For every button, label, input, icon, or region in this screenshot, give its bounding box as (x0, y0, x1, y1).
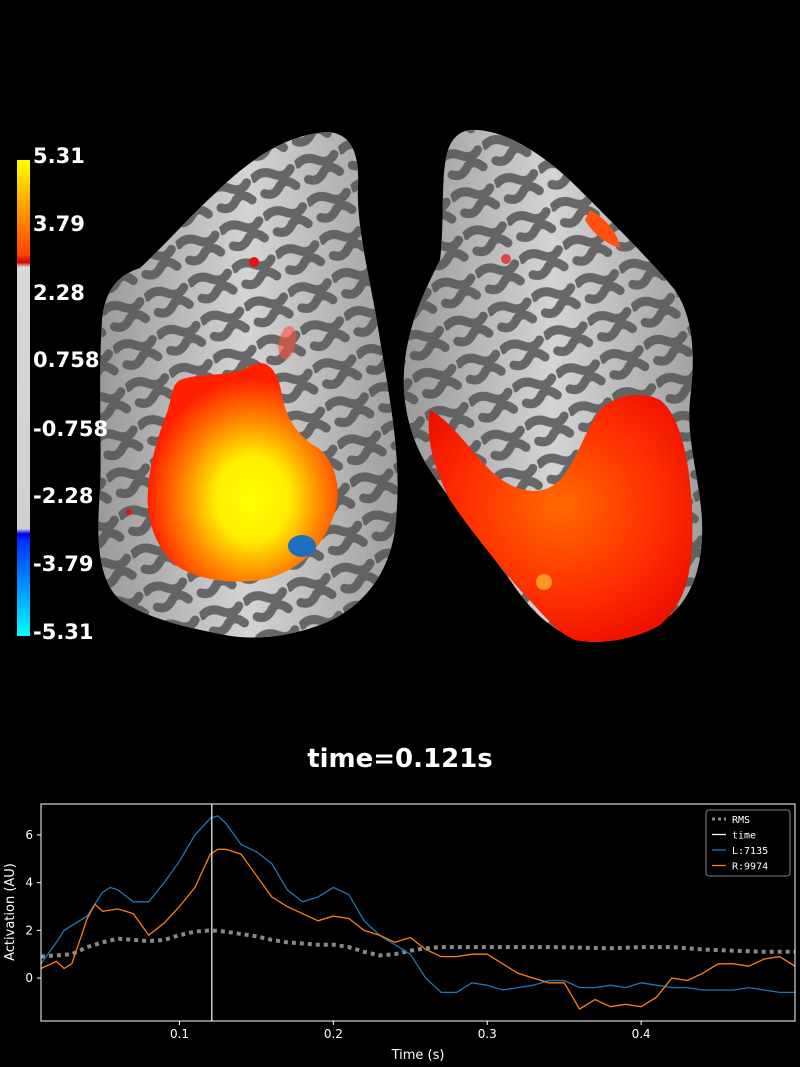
x-tick-label: 0.4 (632, 1027, 651, 1041)
legend-label: L:7135 (732, 846, 768, 857)
x-tick-label: 0.2 (324, 1027, 343, 1041)
brain-surface-render (98, 129, 703, 642)
legend: RMS time L:7135 R:9974 (705, 809, 791, 877)
colorbar-tick-label: 5.31 (33, 144, 85, 168)
legend-label: RMS (732, 815, 750, 826)
colorbar (17, 160, 30, 636)
y-tick-label: 6 (25, 828, 33, 842)
legend-label: time (732, 831, 756, 842)
colorbar-tick-label: 0.758 (33, 348, 100, 372)
colorbar-tick-label: 3.79 (33, 212, 85, 236)
colorbar-tick-label: -5.31 (33, 620, 94, 644)
legend-label: R:9974 (732, 862, 768, 873)
x-tick-label: 0.3 (478, 1027, 497, 1041)
y-tick-label: 0 (25, 971, 33, 985)
colorbar-tick-label: 2.28 (33, 281, 85, 305)
series-line-r-9974 (40, 848, 796, 1011)
y-axis-label: Activation (AU) (3, 863, 18, 961)
y-tick-label: 4 (25, 876, 33, 890)
series-line-l-7135 (40, 815, 795, 994)
left-hemisphere (98, 132, 398, 638)
colorbar-tick-label: -0.758 (33, 417, 109, 441)
right-hemisphere (403, 129, 703, 642)
y-tick-label: 2 (25, 923, 33, 937)
timecourse-plot: 0.1 0.2 0.3 0.4 0 2 4 6 Time (s) Activation (AU… (3, 803, 796, 1063)
colorbar-tick-label: -3.79 (33, 552, 94, 576)
colorbar-tick-label: -2.28 (33, 484, 94, 508)
plot-frame (40, 803, 796, 1022)
x-tick-label: 0.1 (170, 1027, 189, 1041)
x-axis-label: Time (s) (391, 1048, 445, 1063)
time-title: time=0.121s (307, 744, 493, 774)
